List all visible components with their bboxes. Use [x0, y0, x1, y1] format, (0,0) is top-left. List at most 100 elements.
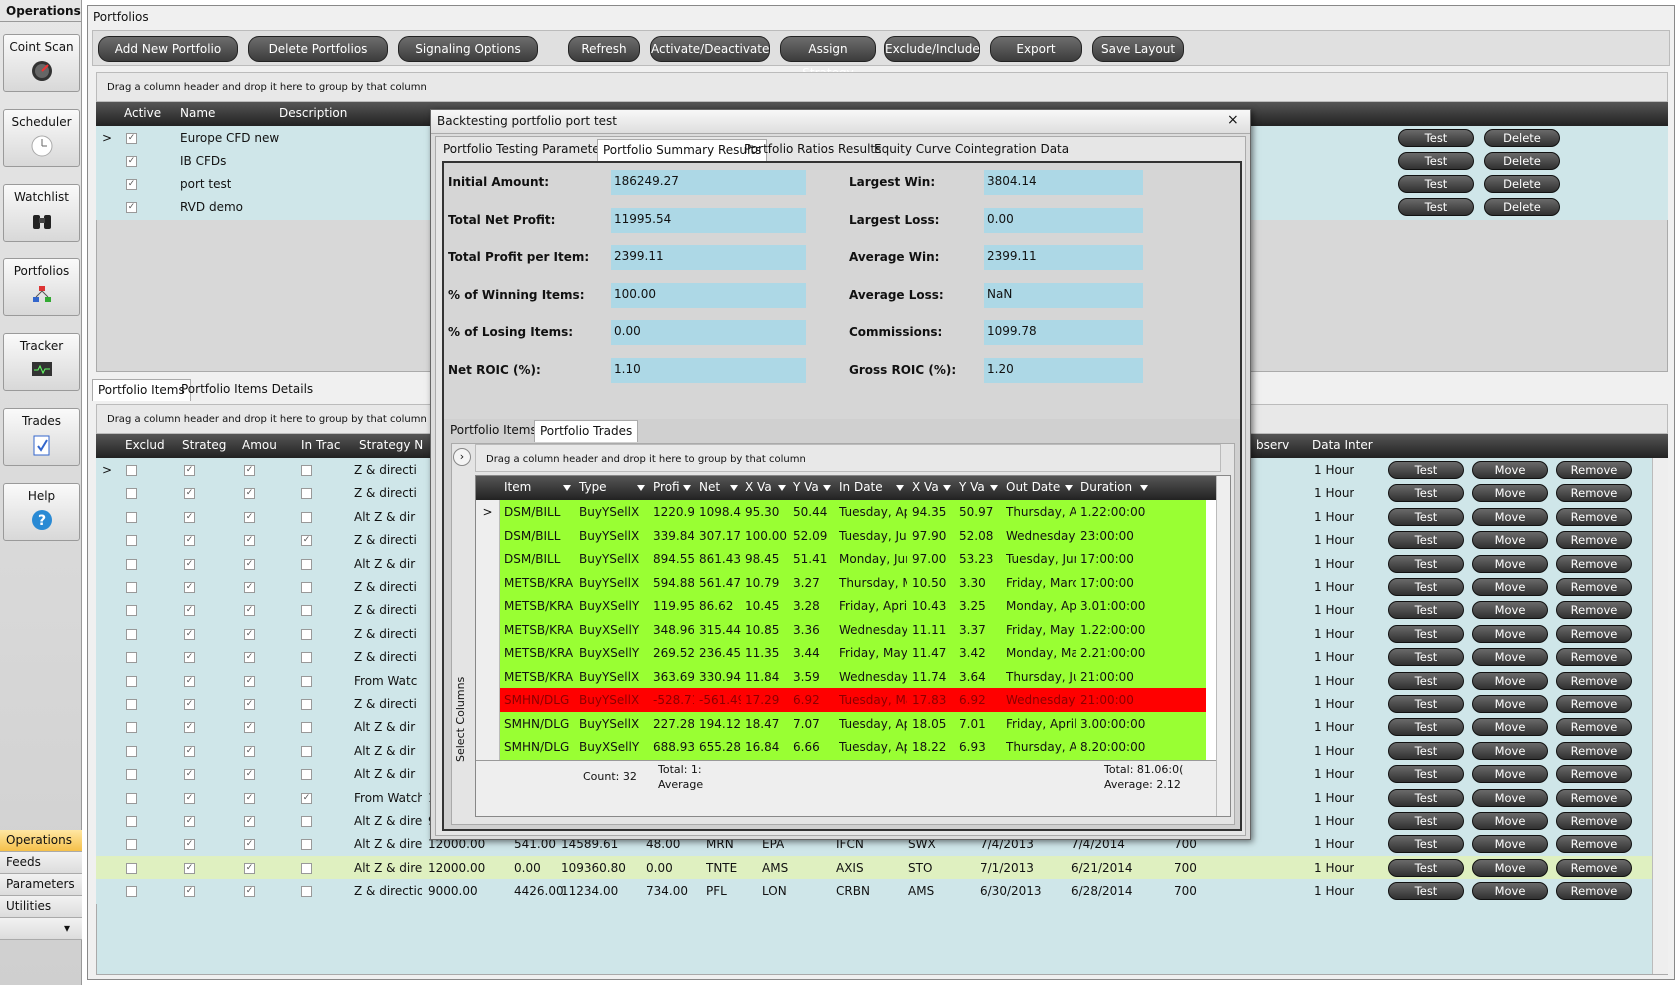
in-track-checkbox[interactable] — [301, 769, 312, 781]
move-button[interactable]: Move — [1472, 835, 1548, 854]
filter-icon[interactable] — [896, 485, 904, 491]
filter-icon[interactable] — [943, 485, 951, 491]
amount-checkbox[interactable]: ✓ — [244, 652, 255, 664]
amount-checkbox[interactable]: ✓ — [244, 699, 255, 710]
in-track-checkbox[interactable] — [301, 605, 312, 617]
filter-icon[interactable] — [730, 485, 738, 491]
strategy-checkbox[interactable]: ✓ — [184, 792, 195, 804]
move-button[interactable]: Move — [1472, 718, 1548, 737]
move-button[interactable]: Move — [1472, 484, 1548, 503]
remove-button[interactable]: Remove — [1556, 765, 1632, 784]
refresh-button[interactable]: Refresh — [568, 36, 640, 62]
strategy-checkbox[interactable]: ✓ — [184, 769, 195, 781]
trade-row[interactable]: METSB/KRA1\ BuyYSellX 594.88 561.47 10.79 3.2… — [476, 570, 1206, 596]
col-exclude[interactable]: Exclud — [125, 438, 165, 452]
active-checkbox[interactable]: ✓ — [126, 133, 137, 144]
in-track-checkbox[interactable] — [301, 582, 312, 593]
move-button[interactable]: Move — [1472, 882, 1548, 901]
exclude-checkbox[interactable] — [126, 722, 137, 734]
trade-row[interactable]: METSB/KRA1\ BuyXSellY 269.52 236.45 11.35 3.4… — [476, 641, 1206, 666]
strategy-checkbox[interactable]: ✓ — [184, 558, 195, 570]
amount-checkbox[interactable]: ✓ — [244, 582, 255, 593]
tab-cointegration-data[interactable]: Cointegration Data — [950, 139, 1074, 161]
filter-icon[interactable] — [1065, 485, 1073, 491]
amount-checkbox[interactable]: ✓ — [244, 886, 255, 898]
activate-deactivate-button[interactable]: Activate/Deactivate — [650, 36, 770, 62]
move-button[interactable]: Move — [1472, 554, 1548, 573]
exclude-checkbox[interactable] — [126, 816, 137, 827]
trade-row[interactable]: > DSM/BILL BuyYSellX 1220.96 1098.47 95.30 50.… — [476, 500, 1206, 525]
col-in-track[interactable]: In Trac — [301, 438, 340, 452]
nav-help[interactable]: Help ? — [3, 483, 80, 541]
amount-checkbox[interactable]: ✓ — [244, 862, 255, 874]
test-button[interactable]: Test — [1388, 554, 1464, 573]
delete-portfolios-button[interactable]: Delete Portfolios — [248, 36, 388, 62]
nav-coint-scan[interactable]: Coint Scan — [3, 34, 80, 92]
strategy-checkbox[interactable]: ✓ — [184, 675, 195, 687]
nav-watchlist[interactable]: Watchlist — [3, 184, 80, 242]
test-button[interactable]: Test — [1398, 152, 1474, 170]
remove-button[interactable]: Remove — [1556, 718, 1632, 737]
test-button[interactable]: Test — [1388, 531, 1464, 550]
portfolio-item-row[interactable]: ✓ ✓ Alt Z & direct 12000.00 0.00 109360.80 0.0… — [96, 855, 1652, 881]
delete-button[interactable]: Delete — [1484, 198, 1560, 216]
in-track-checkbox[interactable] — [301, 488, 312, 500]
nav-more[interactable]: ▾ — [0, 918, 82, 940]
strategy-checkbox[interactable]: ✓ — [184, 886, 195, 898]
exclude-checkbox[interactable] — [126, 652, 137, 664]
col-observations[interactable]: bserv — [1256, 438, 1289, 452]
test-button[interactable]: Test — [1388, 835, 1464, 854]
in-track-checkbox[interactable] — [301, 722, 312, 734]
tab-ratios-results[interactable]: Portfolio Ratios Results — [739, 139, 886, 161]
test-button[interactable]: Test — [1388, 671, 1464, 690]
amount-checkbox[interactable]: ✓ — [244, 839, 255, 851]
filter-icon[interactable] — [823, 485, 831, 491]
test-button[interactable]: Test — [1388, 882, 1464, 901]
move-button[interactable]: Move — [1472, 695, 1548, 713]
col-name[interactable]: Name — [180, 106, 215, 120]
amount-checkbox[interactable]: ✓ — [244, 722, 255, 734]
in-track-checkbox[interactable] — [301, 745, 312, 757]
delete-button[interactable]: Delete — [1484, 152, 1560, 170]
filter-icon[interactable] — [563, 485, 571, 491]
expand-columns-icon[interactable]: › — [453, 448, 471, 466]
test-button[interactable]: Test — [1388, 695, 1464, 713]
nav-tracker[interactable]: Tracker — [3, 333, 80, 391]
trade-row[interactable]: METSB/KRA1\ BuyXSellY 348.96 315.44 10.85 3.3… — [476, 617, 1206, 643]
in-track-checkbox[interactable]: ✓ — [301, 792, 312, 804]
in-track-checkbox[interactable] — [301, 886, 312, 898]
trade-row[interactable]: SMHN/DLG BuyYSellX 227.28 194.12 18.47 7.07 Tu… — [476, 711, 1206, 737]
amount-checkbox[interactable]: ✓ — [244, 605, 255, 617]
strategy-checkbox[interactable]: ✓ — [184, 582, 195, 593]
strategy-checkbox[interactable]: ✓ — [184, 511, 195, 523]
filter-icon[interactable] — [1140, 485, 1148, 491]
strategy-checkbox[interactable]: ✓ — [184, 605, 195, 617]
close-icon[interactable]: × — [1227, 112, 1239, 128]
exclude-checkbox[interactable] — [126, 745, 137, 757]
in-track-checkbox[interactable] — [301, 839, 312, 851]
assign-strategy-button[interactable]: Assign Strategy — [780, 36, 876, 80]
remove-button[interactable]: Remove — [1556, 624, 1632, 643]
trades-scrollbar[interactable] — [1216, 476, 1230, 816]
move-button[interactable]: Move — [1472, 531, 1548, 550]
remove-button[interactable]: Remove — [1556, 835, 1632, 854]
test-button[interactable]: Test — [1388, 484, 1464, 503]
filter-icon[interactable] — [637, 485, 645, 491]
test-button[interactable]: Test — [1388, 741, 1464, 760]
active-checkbox[interactable]: ✓ — [126, 202, 137, 213]
strategy-checkbox[interactable]: ✓ — [184, 745, 195, 757]
exclude-checkbox[interactable] — [126, 558, 137, 570]
save-layout-button[interactable]: Save Layout — [1092, 36, 1184, 62]
strategy-checkbox[interactable]: ✓ — [184, 535, 195, 547]
tab-portfolio-items-details[interactable]: Portfolio Items Details — [176, 379, 318, 401]
move-button[interactable]: Move — [1472, 601, 1548, 620]
remove-button[interactable]: Remove — [1556, 788, 1632, 807]
move-button[interactable]: Move — [1472, 788, 1548, 807]
move-button[interactable]: Move — [1472, 858, 1548, 877]
col-description[interactable]: Description — [279, 106, 347, 120]
nav-trades[interactable]: Trades — [3, 408, 80, 466]
move-button[interactable]: Move — [1472, 578, 1548, 596]
amount-checkbox[interactable]: ✓ — [244, 675, 255, 687]
amount-checkbox[interactable]: ✓ — [244, 535, 255, 547]
filter-icon[interactable] — [778, 485, 786, 491]
